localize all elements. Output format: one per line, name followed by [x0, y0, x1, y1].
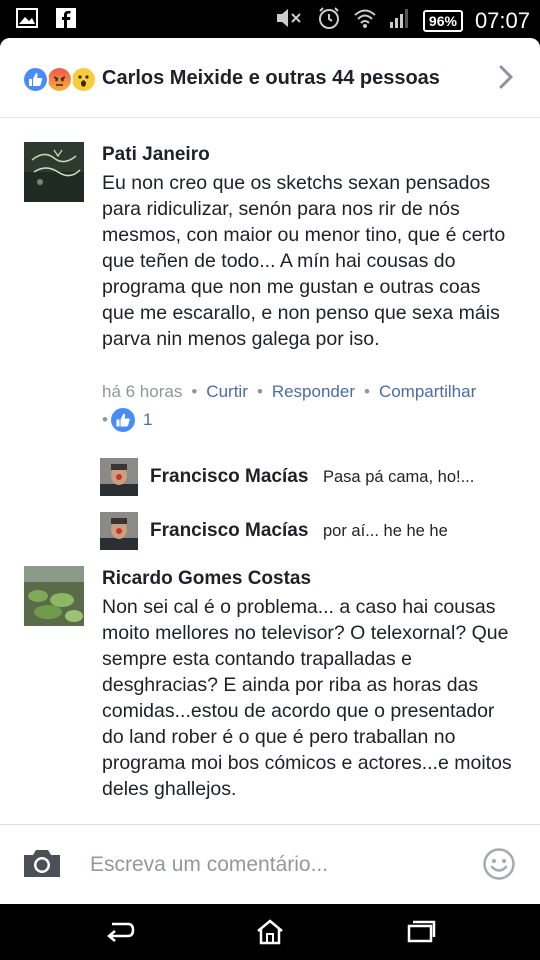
reply-author[interactable]: Francisco Macías [150, 520, 308, 542]
reply-text: Pasa pá cama, ho!... [323, 468, 475, 486]
reply-button[interactable]: Responder [272, 382, 355, 401]
like-count-row[interactable]: • 1 [102, 408, 152, 432]
image-icon [16, 8, 38, 33]
comment-composer [0, 824, 540, 904]
emoji-icon[interactable] [482, 847, 516, 886]
wow-reaction-icon [70, 66, 97, 93]
comment-input[interactable] [90, 849, 470, 881]
comments-list: Pati Janeiro Eu non creo que os sketchs … [0, 118, 540, 824]
comment-actions: há 6 horas • Curtir • Responder • Compartilhar [102, 382, 477, 401]
comment-time: há 6 horas [102, 382, 183, 401]
navigation-bar [0, 904, 540, 960]
like-button[interactable]: Curtir [206, 382, 248, 401]
avatar[interactable] [100, 458, 138, 496]
camera-icon[interactable] [22, 847, 62, 884]
comment-text: Non sei cal é o problema... a caso hai c… [102, 596, 512, 800]
reply-item[interactable]: Francisco Macías Pasa pá cama, ho!... [100, 458, 540, 498]
reactions-header[interactable]: Carlos Meixide e outras 44 pessoas [0, 38, 540, 118]
reactions-summary[interactable]: Carlos Meixide e outras 44 pessoas [102, 67, 440, 90]
reply-item[interactable]: Francisco Macías por aí... he he he [100, 512, 540, 552]
clock: 07:07 [474, 7, 530, 33]
signal-icon [389, 7, 411, 34]
facebook-icon [56, 8, 76, 33]
angry-reaction-icon [46, 66, 73, 93]
comment-author[interactable]: Pati Janeiro [102, 144, 210, 166]
recent-apps-icon[interactable] [406, 918, 436, 949]
status-bar: 96% 07:07 [0, 0, 540, 38]
alarm-icon [317, 6, 341, 35]
reply-text: por aí... he he he [323, 522, 448, 540]
comment-text: Eu non creo que os sketchs sexan pensado… [102, 172, 506, 350]
separator-dot: • [102, 410, 108, 429]
share-button[interactable]: Compartilhar [379, 382, 476, 401]
comment-author[interactable]: Ricardo Gomes Costas [102, 568, 311, 590]
like-reaction-icon [22, 66, 49, 93]
avatar[interactable] [100, 512, 138, 550]
home-icon[interactable] [255, 918, 285, 951]
mute-icon [275, 6, 305, 35]
reply-author[interactable]: Francisco Macías [150, 466, 308, 488]
reaction-icons [22, 66, 98, 94]
chevron-right-icon[interactable] [498, 64, 514, 95]
back-icon[interactable] [104, 918, 136, 949]
avatar[interactable] [24, 142, 84, 202]
battery-indicator: 96% [422, 9, 463, 32]
comments-sheet: Carlos Meixide e outras 44 pessoas Pati … [0, 38, 540, 904]
like-count: 1 [142, 410, 153, 429]
wifi-icon [353, 7, 377, 34]
like-count-icon [110, 408, 135, 432]
avatar[interactable] [24, 566, 84, 626]
